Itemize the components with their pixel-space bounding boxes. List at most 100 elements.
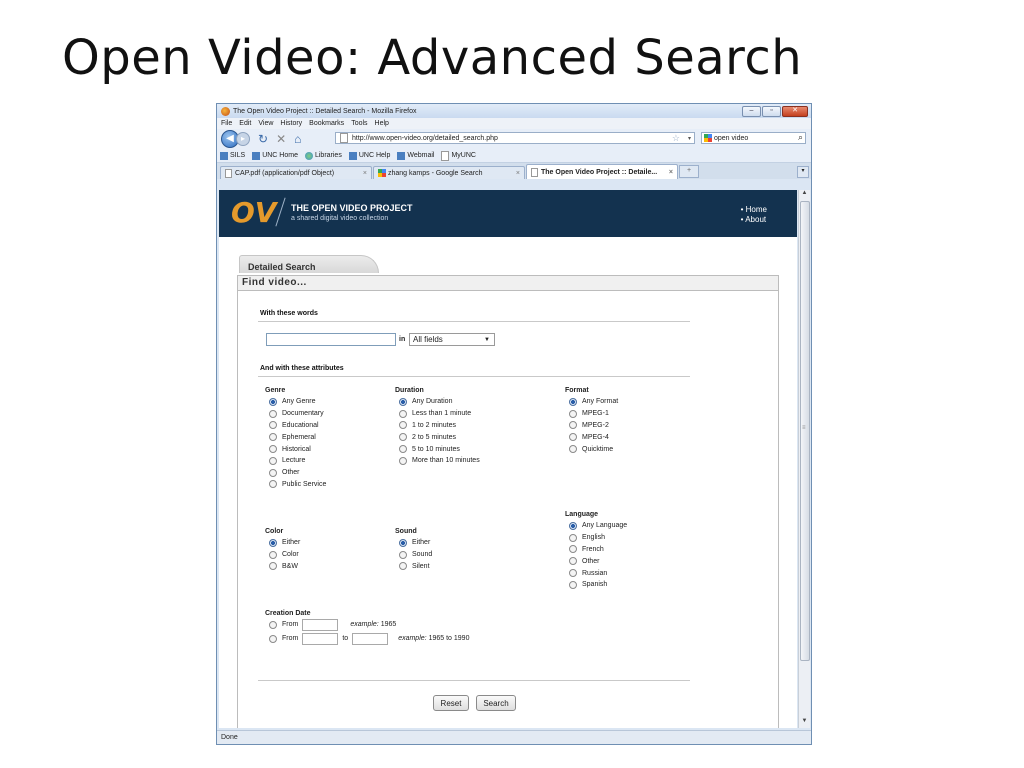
genre-option[interactable]: Public Service: [265, 479, 326, 491]
radio-button[interactable]: [269, 634, 277, 643]
search-button[interactable]: Search: [476, 695, 516, 711]
nav-home-link[interactable]: • Home: [741, 205, 767, 215]
stop-icon[interactable]: ✕: [276, 132, 286, 146]
radio-button[interactable]: [569, 545, 577, 554]
language-option[interactable]: Spanish: [565, 579, 627, 591]
close-tab-icon[interactable]: ×: [516, 170, 520, 177]
sound-option[interactable]: Silent: [395, 561, 432, 573]
duration-option[interactable]: More than 10 minutes: [395, 455, 480, 467]
tab-cap-pdf[interactable]: CAP.pdf (application/pdf Object) ×: [220, 166, 372, 179]
forward-button[interactable]: ▸: [236, 132, 250, 146]
genre-option[interactable]: Other: [265, 467, 326, 479]
radio-button[interactable]: [399, 550, 407, 559]
radio-button[interactable]: [269, 421, 277, 430]
menu-help[interactable]: Help: [375, 120, 389, 127]
reset-button[interactable]: Reset: [433, 695, 469, 711]
chevron-down-icon[interactable]: ▾: [688, 135, 691, 142]
radio-button[interactable]: [269, 397, 277, 406]
radio-button[interactable]: [569, 533, 577, 542]
radio-button[interactable]: [569, 521, 577, 530]
year-to-input[interactable]: [352, 632, 389, 645]
scroll-up-icon[interactable]: ▲: [799, 190, 810, 200]
radio-button[interactable]: [269, 445, 277, 454]
menu-edit[interactable]: Edit: [239, 120, 251, 127]
radio-button[interactable]: [269, 538, 277, 547]
new-tab-button[interactable]: +: [679, 165, 699, 178]
radio-button[interactable]: [569, 397, 577, 406]
menu-history[interactable]: History: [280, 120, 302, 127]
duration-option[interactable]: Any Duration: [395, 396, 480, 408]
bookmark-unc-home[interactable]: UNC Home: [252, 151, 298, 160]
radio-button[interactable]: [569, 445, 577, 454]
radio-button[interactable]: [569, 409, 577, 418]
radio-button[interactable]: [269, 456, 277, 465]
browser-search-box[interactable]: open video ⌕: [701, 132, 806, 144]
site-logo[interactable]: OV: [231, 196, 277, 229]
bookmark-sils[interactable]: SILS: [220, 151, 245, 160]
format-option[interactable]: Any Format: [565, 396, 618, 408]
radio-button[interactable]: [399, 456, 407, 465]
year-from-input[interactable]: [302, 632, 339, 645]
menu-view[interactable]: View: [258, 120, 273, 127]
genre-option[interactable]: Documentary: [265, 408, 326, 420]
radio-button[interactable]: [269, 433, 277, 442]
color-option[interactable]: Either: [265, 537, 300, 549]
format-option[interactable]: MPEG-1: [565, 408, 618, 420]
radio-button[interactable]: [399, 562, 407, 571]
vertical-scrollbar[interactable]: ▲ ≡ ▼: [798, 190, 810, 728]
scroll-down-icon[interactable]: ▼: [799, 718, 810, 728]
language-option[interactable]: English: [565, 532, 627, 544]
radio-button[interactable]: [399, 397, 407, 406]
language-option[interactable]: French: [565, 544, 627, 556]
reload-icon[interactable]: ↻: [258, 132, 268, 146]
menu-bookmarks[interactable]: Bookmarks: [309, 120, 344, 127]
radio-button[interactable]: [269, 562, 277, 571]
bookmark-webmail[interactable]: Webmail: [397, 151, 434, 160]
duration-option[interactable]: 1 to 2 minutes: [395, 420, 480, 432]
format-option[interactable]: Quicktime: [565, 443, 618, 455]
maximize-button[interactable]: ▫: [762, 106, 781, 117]
close-tab-icon[interactable]: ×: [669, 169, 673, 176]
sound-option[interactable]: Either: [395, 537, 432, 549]
radio-button[interactable]: [269, 409, 277, 418]
genre-option[interactable]: Any Genre: [265, 396, 326, 408]
radio-button[interactable]: [569, 580, 577, 589]
color-option[interactable]: B&W: [265, 561, 300, 573]
radio-button[interactable]: [569, 421, 577, 430]
radio-button[interactable]: [569, 433, 577, 442]
tab-list-button[interactable]: ▾: [797, 166, 809, 178]
language-option[interactable]: Any Language: [565, 520, 627, 532]
menu-file[interactable]: File: [221, 120, 232, 127]
search-icon[interactable]: ⌕: [798, 132, 803, 143]
color-option[interactable]: Color: [265, 549, 300, 561]
home-icon[interactable]: ⌂: [294, 132, 301, 146]
format-option[interactable]: MPEG-2: [565, 420, 618, 432]
menu-tools[interactable]: Tools: [351, 120, 367, 127]
radio-button[interactable]: [399, 409, 407, 418]
radio-button[interactable]: [269, 468, 277, 477]
genre-option[interactable]: Educational: [265, 420, 326, 432]
bookmark-libraries[interactable]: Libraries: [304, 151, 342, 160]
language-option[interactable]: Other: [565, 555, 627, 567]
radio-button[interactable]: [399, 421, 407, 430]
radio-button[interactable]: [569, 557, 577, 566]
duration-option[interactable]: 2 to 5 minutes: [395, 431, 480, 443]
radio-button[interactable]: [569, 569, 577, 578]
year-input[interactable]: [302, 618, 339, 631]
radio-button[interactable]: [399, 445, 407, 454]
bookmark-unc-help[interactable]: UNC Help: [348, 151, 390, 160]
duration-option[interactable]: Less than 1 minute: [395, 408, 480, 420]
bookmark-myunc[interactable]: MyUNC: [441, 150, 476, 161]
tab-google-search[interactable]: zhang kamps - Google Search ×: [373, 166, 525, 179]
field-select[interactable]: All fields ▼: [409, 333, 495, 346]
bookmark-star-icon[interactable]: ☆: [672, 133, 680, 144]
close-tab-icon[interactable]: ×: [363, 170, 367, 177]
language-option[interactable]: Russian: [565, 567, 627, 579]
detailed-search-tab[interactable]: Detailed Search: [239, 255, 379, 273]
minimize-button[interactable]: –: [742, 106, 761, 117]
radio-button[interactable]: [399, 433, 407, 442]
genre-option[interactable]: Ephemeral: [265, 431, 326, 443]
radio-button[interactable]: [269, 620, 277, 629]
duration-option[interactable]: 5 to 10 minutes: [395, 443, 480, 455]
radio-button[interactable]: [269, 550, 277, 559]
